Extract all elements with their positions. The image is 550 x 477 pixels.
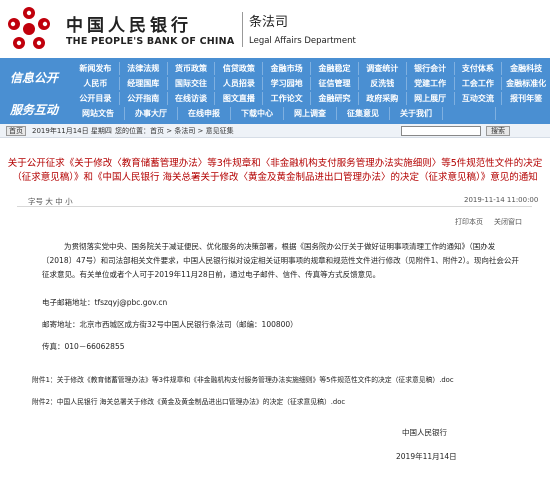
nav-item[interactable]: 党建工作 bbox=[407, 77, 455, 90]
nav-item[interactable]: 金融研究 bbox=[311, 92, 359, 105]
nav-item[interactable]: 经理国库 bbox=[120, 77, 168, 90]
signer: 中国人民银行 bbox=[402, 428, 447, 437]
search-input[interactable] bbox=[401, 126, 481, 136]
dept-name-en: Legal Affairs Department bbox=[249, 36, 356, 46]
nav-row: 新闻发布 法律法规 货币政策 信贷政策 金融市场 金融稳定 调查统计 银行会计 支付体系 金融科技 bbox=[72, 62, 550, 75]
search-button[interactable]: 搜索 bbox=[486, 126, 510, 136]
nav-item[interactable]: 在线申报 bbox=[178, 107, 231, 120]
nav-item[interactable]: 网上调查 bbox=[284, 107, 337, 120]
nav-item[interactable]: 公开指南 bbox=[120, 92, 168, 105]
sign-date: 2019年11月14日 bbox=[396, 452, 457, 461]
article-title: 关于公开征求《关于修改〈教育储蓄管理办法〉等3件规章和〈非金融机构支付服务管理办… bbox=[7, 158, 543, 183]
dept-name-zh: 条法司 bbox=[249, 15, 289, 30]
bank-name-en: THE PEOPLE'S BANK OF CHINA bbox=[66, 36, 235, 47]
nav-item[interactable]: 工作论文 bbox=[263, 92, 312, 105]
bank-name-zh: 中国人民银行 bbox=[66, 16, 192, 36]
nav-item[interactable]: 关于我们 bbox=[390, 107, 443, 120]
nav-item bbox=[496, 107, 549, 120]
print-link[interactable]: 打印本页 bbox=[455, 217, 483, 227]
header-divider bbox=[242, 12, 243, 47]
nav-item[interactable]: 新闻发布 bbox=[72, 62, 120, 75]
attachment-link-2[interactable]: 附件2：中国人民银行 海关总署关于修改《黄金及黄金制品进出口管理办法》的决定（征… bbox=[32, 396, 345, 406]
nav-grid: 新闻发布 法律法规 货币政策 信贷政策 金融市场 金融稳定 调查统计 银行会计 支付体系 金融科技… bbox=[72, 62, 550, 122]
nav-item[interactable]: 在线访谈 bbox=[168, 92, 216, 105]
nav-item[interactable]: 网站文告 bbox=[72, 107, 125, 120]
nav-item[interactable]: 工会工作 bbox=[455, 77, 503, 90]
nav-item[interactable]: 金融稳定 bbox=[311, 62, 359, 75]
main-nav: 信息公开 服务互动 新闻发布 法律法规 货币政策 信贷政策 金融市场 金融稳定 调查统计 银行… bbox=[0, 58, 550, 124]
nav-item[interactable]: 人员招录 bbox=[215, 77, 264, 90]
nav-item[interactable]: 报刊年鉴 bbox=[502, 92, 550, 105]
nav-item[interactable]: 公开目录 bbox=[72, 92, 120, 105]
current-date: 2019年11月14日 星期四 bbox=[32, 127, 112, 135]
publish-date: 2019-11-14 11:00:00 bbox=[464, 196, 539, 204]
nav-item[interactable]: 国际交往 bbox=[168, 77, 216, 90]
nav-item[interactable]: 人民币 bbox=[72, 77, 120, 90]
address-line: 邮寄地址：北京市西城区成方街32号中国人民银行条法司（邮编：100800） bbox=[42, 320, 298, 329]
nav-item[interactable]: 银行会计 bbox=[407, 62, 455, 75]
nav-item[interactable]: 互动交流 bbox=[455, 92, 503, 105]
page: 中国人民银行 THE PEOPLE'S BANK OF CHINA 条法司 Le… bbox=[0, 0, 550, 477]
nav-item[interactable]: 办事大厅 bbox=[125, 107, 178, 120]
attachment-link-1[interactable]: 附件1：关于修改《教育储蓄管理办法》等3件规章和《非金融机构支付服务管理办法实施… bbox=[32, 374, 454, 384]
nav-item[interactable]: 下载中心 bbox=[231, 107, 284, 120]
nav-item[interactable]: 征信管理 bbox=[311, 77, 359, 90]
home-button[interactable]: 首页 bbox=[6, 126, 26, 136]
email-line: 电子邮箱地址：tfszqyj@pbc.gov.cn bbox=[42, 298, 168, 307]
breadcrumb-bar: 首页 2019年11月14日 星期四 您的位置：首页 > 条法司 > 意见征集 … bbox=[0, 124, 550, 138]
breadcrumb: 您的位置：首页 > 条法司 > 意见征集 bbox=[115, 127, 234, 135]
article-body: 为贯彻落实党中央、国务院关于减证便民、优化服务的决策部署，根据《国务院办公厅关于… bbox=[42, 242, 519, 279]
site-header: 中国人民银行 THE PEOPLE'S BANK OF CHINA 条法司 Le… bbox=[0, 0, 550, 58]
nav-item[interactable]: 金融科技 bbox=[502, 62, 550, 75]
nav-item[interactable]: 调查统计 bbox=[359, 62, 407, 75]
nav-item[interactable]: 货币政策 bbox=[168, 62, 216, 75]
nav-item[interactable]: 政府采购 bbox=[359, 92, 407, 105]
nav-item[interactable]: 网上展厅 bbox=[407, 92, 455, 105]
pboc-emblem-icon bbox=[8, 7, 50, 49]
nav-item bbox=[443, 107, 496, 120]
divider bbox=[17, 206, 532, 207]
nav-item[interactable]: 金融市场 bbox=[263, 62, 312, 75]
fax-line: 传真：010－66062855 bbox=[42, 342, 125, 351]
nav-item[interactable]: 金融标准化 bbox=[502, 77, 550, 90]
nav-item[interactable]: 反洗钱 bbox=[359, 77, 407, 90]
close-window-link[interactable]: 关闭窗口 bbox=[494, 217, 522, 227]
nav-row: 公开目录 公开指南 在线访谈 图文直播 工作论文 金融研究 政府采购 网上展厅 互动交流 报刊年鉴 bbox=[72, 92, 550, 105]
nav-item[interactable]: 法律法规 bbox=[120, 62, 168, 75]
nav-row: 人民币 经理国库 国际交往 人员招录 学习园地 征信管理 反洗钱 党建工作 工会工作 金融标准化 bbox=[72, 77, 550, 90]
nav-item[interactable]: 学习园地 bbox=[263, 77, 312, 90]
nav-item[interactable]: 信贷政策 bbox=[215, 62, 264, 75]
nav-row: 网站文告 办事大厅 在线申报 下载中心 网上调查 征集意见 关于我们 bbox=[72, 107, 550, 120]
nav-item[interactable]: 图文直播 bbox=[215, 92, 264, 105]
nav-item[interactable]: 支付体系 bbox=[455, 62, 503, 75]
nav-item[interactable]: 征集意见 bbox=[337, 107, 390, 120]
